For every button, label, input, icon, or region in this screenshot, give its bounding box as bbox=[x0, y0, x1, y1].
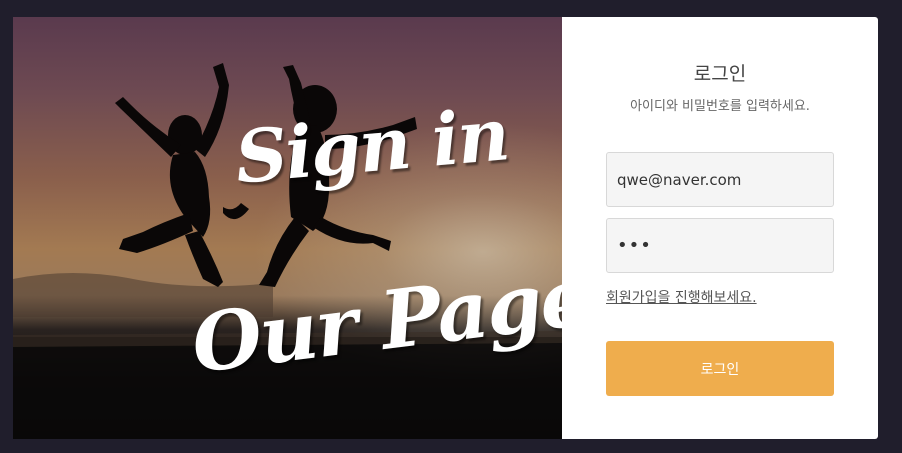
password-field[interactable] bbox=[606, 218, 834, 273]
login-panel: 로그인 아이디와 비밀번호를 입력하세요. 회원가입을 진행해보세요. 로그인 bbox=[562, 17, 878, 439]
email-field[interactable] bbox=[606, 152, 834, 207]
hero-image: Sign in Our Page! bbox=[13, 17, 562, 439]
signup-link[interactable]: 회원가입을 진행해보세요. bbox=[606, 287, 757, 307]
login-subtitle: 아이디와 비밀번호를 입력하세요. bbox=[630, 99, 810, 114]
login-title: 로그인 bbox=[693, 63, 747, 85]
login-button[interactable]: 로그인 bbox=[606, 341, 834, 396]
